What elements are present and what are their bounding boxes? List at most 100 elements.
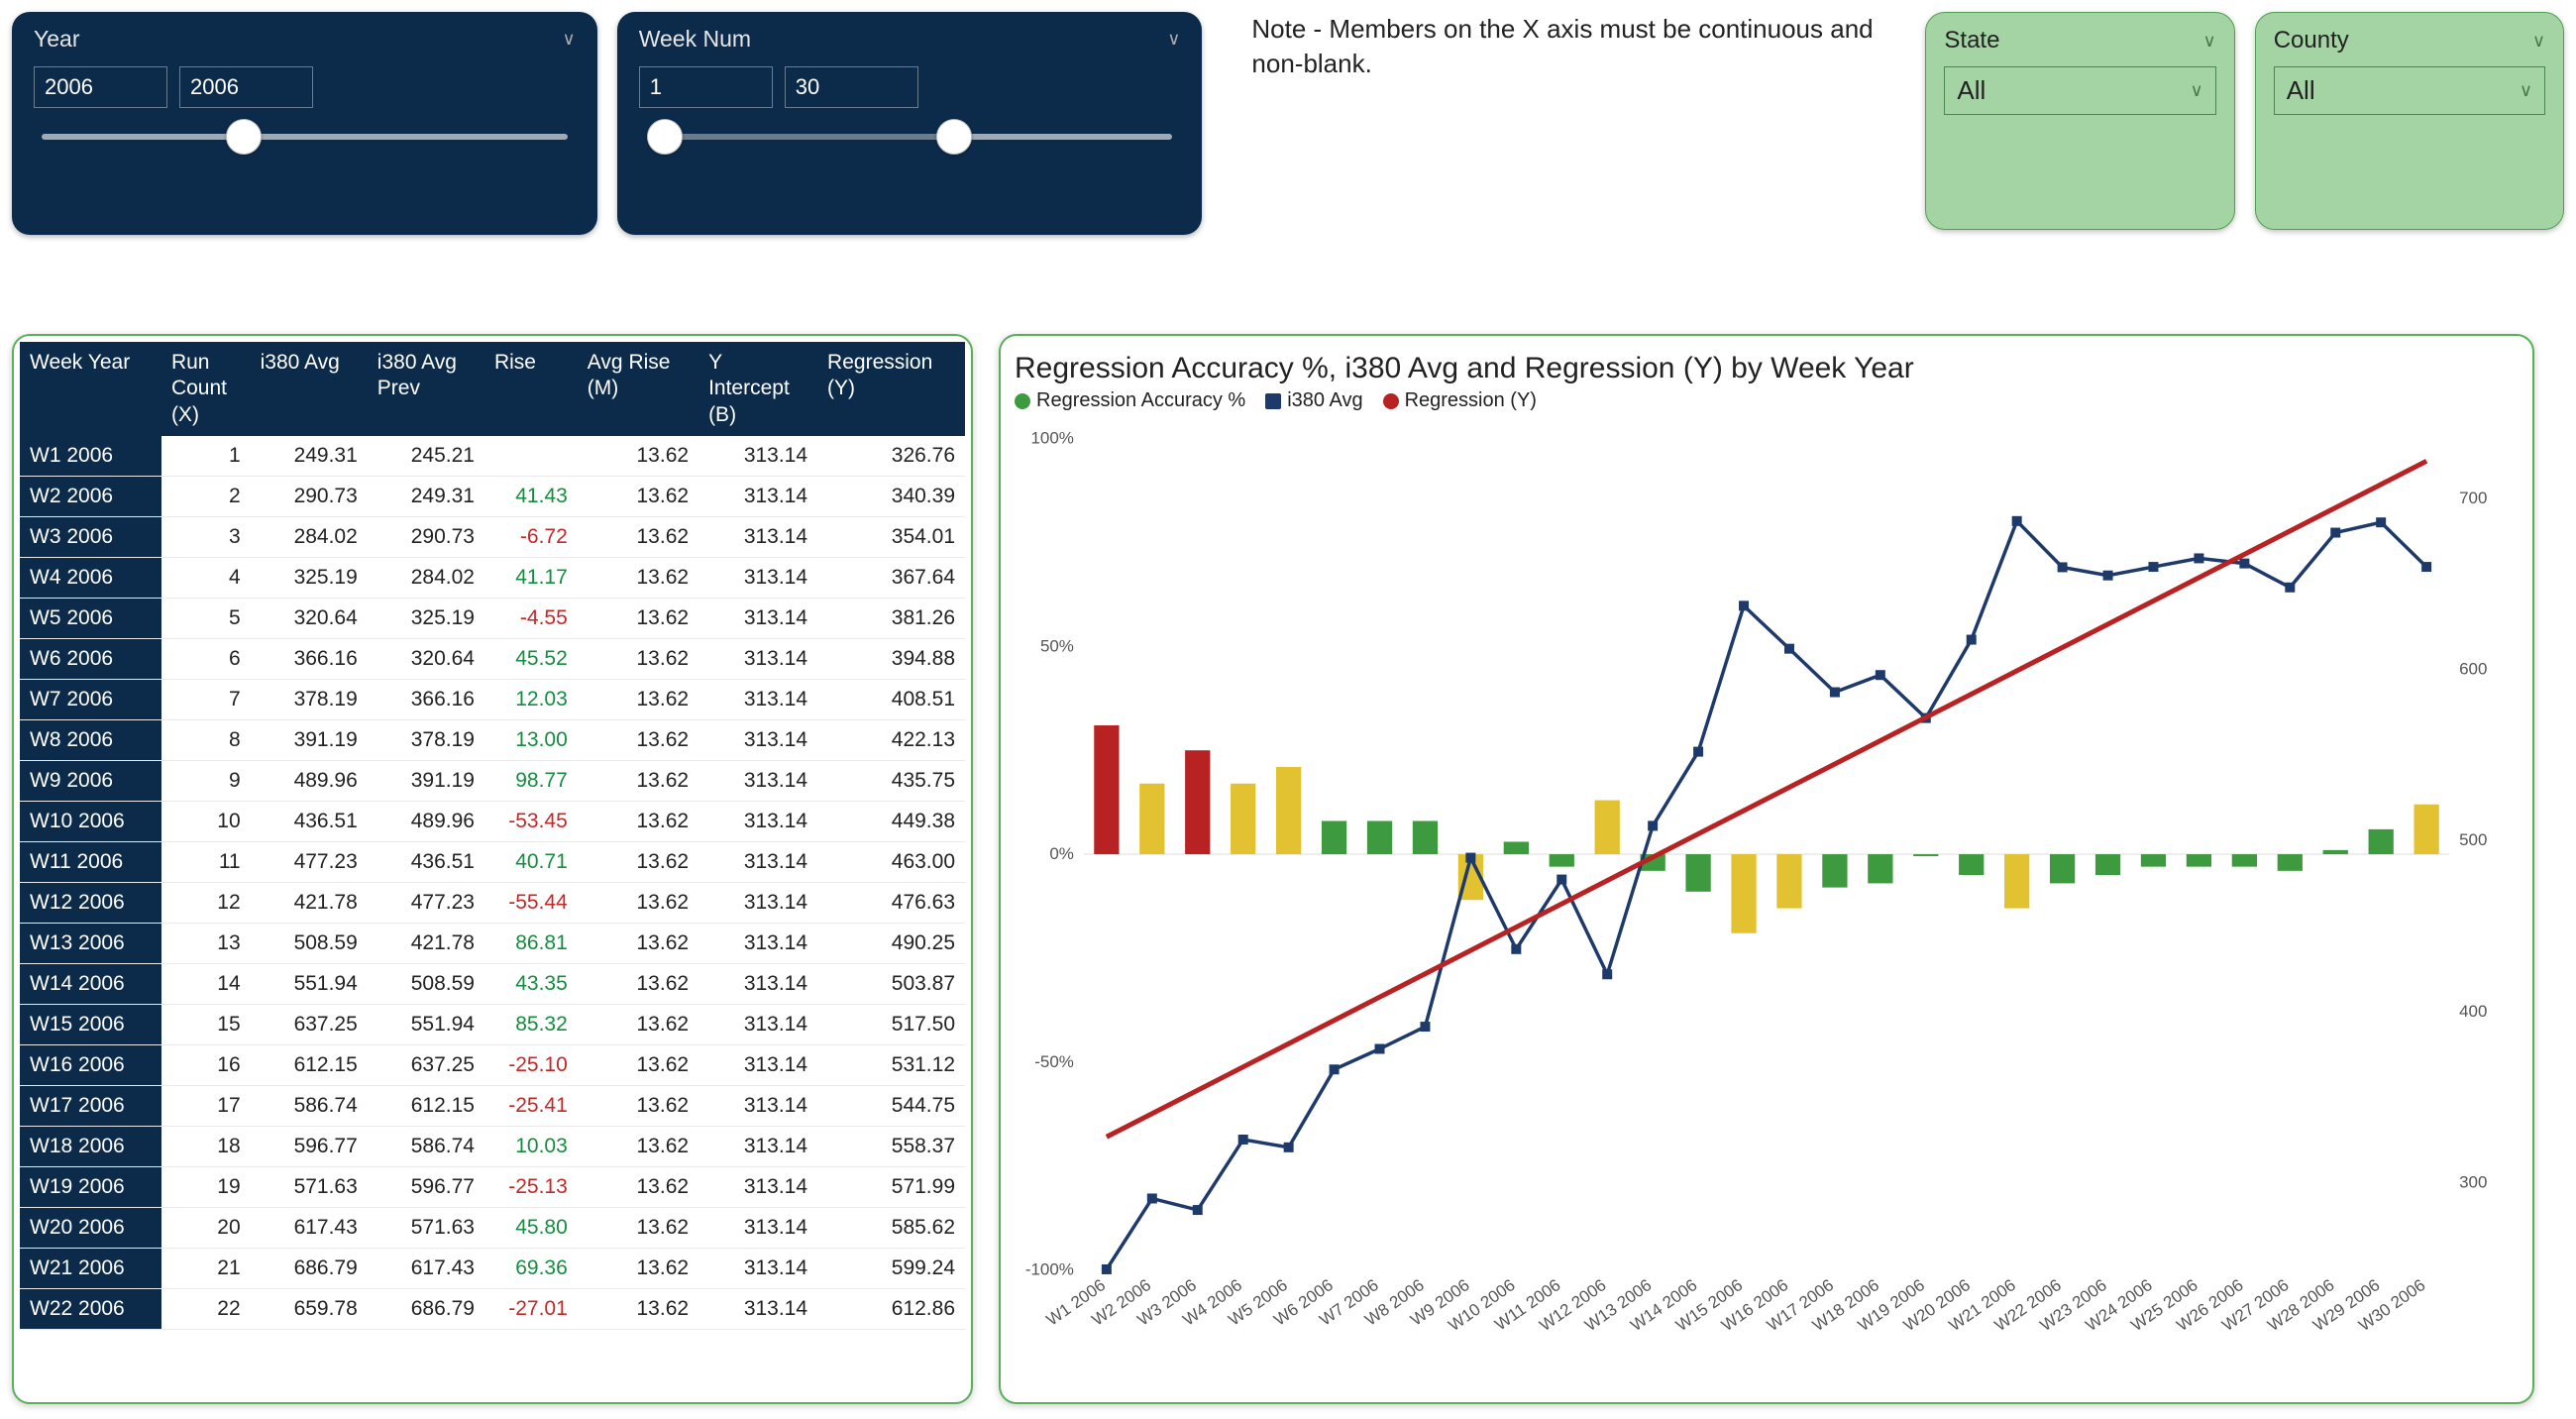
table-scroll[interactable]: Week YearRunCount(X)i380 Avgi380 AvgPrev…: [20, 342, 965, 1396]
year-slider[interactable]: [42, 134, 568, 140]
chart-bar[interactable]: [1550, 854, 1574, 867]
table-row[interactable]: W21 200621686.79617.4369.3613.62313.1459…: [20, 1248, 965, 1288]
chart-marker[interactable]: [1238, 1135, 1248, 1145]
chart-bar[interactable]: [2141, 854, 2166, 867]
chart-bar[interactable]: [1322, 820, 1346, 854]
chart-marker[interactable]: [2239, 559, 2249, 569]
table-row[interactable]: W5 20065320.64325.19-4.5513.62313.14381.…: [20, 598, 965, 638]
chart-bar[interactable]: [1276, 767, 1301, 854]
table-row[interactable]: W16 200616612.15637.25-25.1013.62313.145…: [20, 1044, 965, 1085]
table-row[interactable]: W12 200612421.78477.23-55.4413.62313.144…: [20, 882, 965, 923]
col-header[interactable]: Week Year: [20, 342, 161, 436]
chart-marker[interactable]: [2012, 516, 2022, 526]
week-slicer[interactable]: Week Num ∨: [617, 12, 1203, 235]
chart-marker[interactable]: [2148, 562, 2158, 572]
chart-marker[interactable]: [1830, 688, 1840, 698]
chevron-down-icon[interactable]: ∨: [1167, 29, 1180, 50]
week-slider[interactable]: [647, 134, 1173, 140]
col-header[interactable]: i380 AvgPrev: [368, 342, 484, 436]
chart-marker[interactable]: [2058, 562, 2068, 572]
chart-bar[interactable]: [1413, 820, 1438, 854]
col-header[interactable]: YIntercept(B): [698, 342, 817, 436]
col-header[interactable]: Regression(Y): [817, 342, 965, 436]
combo-chart[interactable]: -100%-50%0%50%100%300400500600700W1 2006…: [1015, 418, 2519, 1369]
chart-marker[interactable]: [2330, 528, 2340, 538]
chart-marker[interactable]: [1102, 1264, 1112, 1274]
chart-marker[interactable]: [1967, 635, 1977, 645]
table-row[interactable]: W18 200618596.77586.7410.0313.62313.1455…: [20, 1126, 965, 1166]
chart-bar[interactable]: [1231, 784, 1255, 854]
chart-marker[interactable]: [1147, 1193, 1157, 1203]
table-row[interactable]: W15 200615637.25551.9485.3213.62313.1451…: [20, 1004, 965, 1044]
table-row[interactable]: W9 20069489.96391.1998.7713.62313.14435.…: [20, 760, 965, 801]
chart-marker[interactable]: [2285, 583, 2295, 593]
chart-bar[interactable]: [1367, 820, 1392, 854]
chart-bar[interactable]: [2232, 854, 2257, 867]
year-slider-thumb-1[interactable]: [226, 119, 262, 155]
table-row[interactable]: W7 20067378.19366.1612.0313.62313.14408.…: [20, 679, 965, 719]
chart-bar[interactable]: [2187, 854, 2211, 867]
chevron-down-icon[interactable]: ∨: [2532, 31, 2545, 52]
week-slider-thumb-1[interactable]: [647, 119, 683, 155]
chart-marker[interactable]: [1511, 944, 1521, 954]
chart-bar[interactable]: [1139, 784, 1164, 854]
table-row[interactable]: W19 200619571.63596.77-25.1313.62313.145…: [20, 1166, 965, 1207]
col-header[interactable]: i380 Avg: [251, 342, 368, 436]
state-slicer[interactable]: State ∨ All ∨: [1925, 12, 2234, 230]
table-row[interactable]: W1 20061249.31245.2113.62313.14326.76: [20, 436, 965, 477]
chart-marker[interactable]: [2194, 553, 2203, 563]
table-row[interactable]: W22 200622659.78686.79-27.0113.62313.146…: [20, 1288, 965, 1329]
table-row[interactable]: W17 200617586.74612.15-25.4113.62313.145…: [20, 1085, 965, 1126]
week-slider-thumb-2[interactable]: [936, 119, 972, 155]
chart-bar[interactable]: [1185, 750, 1210, 854]
chart-marker[interactable]: [1556, 875, 1566, 885]
chart-marker[interactable]: [1784, 644, 1794, 654]
table-row[interactable]: W6 20066366.16320.6445.5213.62313.14394.…: [20, 638, 965, 679]
chart-marker[interactable]: [1420, 1022, 1430, 1032]
chart-bar[interactable]: [1731, 854, 1756, 933]
chart-bar[interactable]: [1822, 854, 1847, 888]
table-row[interactable]: W3 20063284.02290.73-6.7213.62313.14354.…: [20, 516, 965, 557]
chart-marker[interactable]: [2421, 562, 2431, 572]
chart-marker[interactable]: [1602, 969, 1612, 979]
chart-bar[interactable]: [2050, 854, 2075, 883]
table-row[interactable]: W11 200611477.23436.5140.7113.62313.1446…: [20, 841, 965, 882]
chart-marker[interactable]: [1693, 747, 1703, 757]
chart-bar[interactable]: [1776, 854, 1801, 909]
table-row[interactable]: W20 200620617.43571.6345.8013.62313.1458…: [20, 1207, 965, 1248]
county-slicer[interactable]: County ∨ All ∨: [2255, 12, 2564, 230]
chart-bar[interactable]: [2278, 854, 2303, 871]
table-row[interactable]: W10 200610436.51489.96-53.4513.62313.144…: [20, 801, 965, 841]
col-header[interactable]: Avg Rise(M): [578, 342, 698, 436]
legend-item[interactable]: Regression (Y): [1383, 389, 1537, 412]
chart-bar[interactable]: [2095, 854, 2120, 875]
year-slicer[interactable]: Year ∨: [12, 12, 597, 235]
chart-marker[interactable]: [1284, 1143, 1294, 1152]
chart-marker[interactable]: [2376, 517, 2386, 527]
legend-item[interactable]: Regression Accuracy %: [1015, 389, 1245, 412]
chart-bar[interactable]: [1595, 801, 1620, 855]
col-header[interactable]: Rise: [484, 342, 578, 436]
chart-marker[interactable]: [2103, 571, 2113, 581]
chart-marker[interactable]: [1375, 1044, 1385, 1054]
chart-bar[interactable]: [1913, 854, 1938, 856]
chevron-down-icon[interactable]: ∨: [2203, 31, 2216, 52]
chart-bar[interactable]: [1504, 841, 1529, 854]
chevron-down-icon[interactable]: ∨: [563, 29, 576, 50]
chart-bar[interactable]: [2323, 850, 2348, 854]
county-select[interactable]: All ∨: [2274, 66, 2545, 115]
col-header[interactable]: RunCount(X): [161, 342, 251, 436]
chart-marker[interactable]: [1876, 670, 1885, 680]
chart-marker[interactable]: [1648, 820, 1658, 830]
chart-bar[interactable]: [1868, 854, 1892, 883]
table-row[interactable]: W2 20062290.73249.3141.4313.62313.14340.…: [20, 476, 965, 516]
chart-bar[interactable]: [2414, 805, 2438, 854]
chart-bar[interactable]: [1959, 854, 1984, 875]
state-select[interactable]: All ∨: [1944, 66, 2215, 115]
chart-marker[interactable]: [1465, 853, 1475, 863]
chart-marker[interactable]: [1193, 1205, 1203, 1215]
chart-bar[interactable]: [2004, 854, 2029, 909]
chart-marker[interactable]: [1739, 600, 1749, 610]
table-row[interactable]: W4 20064325.19284.0241.1713.62313.14367.…: [20, 557, 965, 598]
chart-bar[interactable]: [2369, 829, 2394, 854]
